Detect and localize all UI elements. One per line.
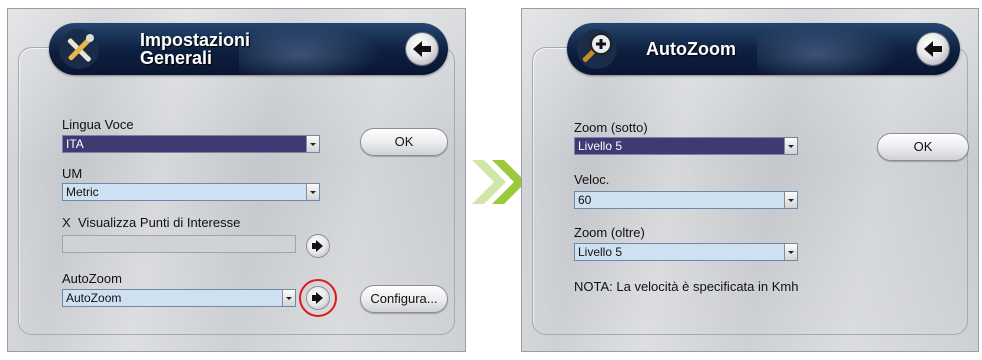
lingua-voce-select[interactable]: ITA: [62, 135, 320, 153]
zoom-sotto-label: Zoom (sotto): [574, 120, 648, 135]
general-settings-panel: Impostazioni Generali Lingua Voce ITA OK…: [7, 8, 466, 352]
header-decoration: [239, 23, 389, 75]
um-label: UM: [62, 166, 83, 181]
lingua-voce-label: Lingua Voce: [62, 117, 134, 132]
panel-header: Impostazioni Generali: [49, 23, 448, 75]
poi-label: Visualizza Punti di Interesse: [78, 215, 241, 230]
lingua-voce-value: ITA: [66, 137, 84, 151]
chevron-down-icon[interactable]: [784, 192, 797, 208]
back-arrow-icon: [413, 41, 431, 57]
autozoom-select[interactable]: AutoZoom: [62, 289, 296, 307]
highlight-circle: [299, 279, 337, 317]
poi-field[interactable]: [62, 235, 296, 253]
panel-header: AutoZoom: [567, 23, 960, 75]
autozoom-panel: AutoZoom Zoom (sotto) Livello 5 OK Veloc…: [521, 8, 979, 352]
zoom-sotto-value: Livello 5: [578, 139, 623, 153]
page-title: Impostazioni Generali: [140, 31, 250, 67]
tools-icon: [57, 27, 101, 71]
poi-next-button[interactable]: [307, 235, 329, 257]
configura-button[interactable]: Configura...: [360, 285, 448, 313]
header-decoration: [757, 23, 907, 75]
title-line-1: Impostazioni: [140, 30, 251, 50]
ok-button[interactable]: OK: [877, 133, 969, 161]
nota-text: NOTA: La velocità è specificata in Kmh: [574, 279, 799, 294]
zoom-oltre-select[interactable]: Livello 5: [574, 243, 798, 261]
autozoom-label: AutoZoom: [62, 271, 122, 286]
autozoom-value: AutoZoom: [66, 291, 122, 305]
ok-button[interactable]: OK: [360, 128, 448, 156]
chevron-down-icon[interactable]: [282, 290, 295, 306]
veloc-select[interactable]: 60: [574, 191, 798, 209]
zoom-oltre-value: Livello 5: [578, 245, 623, 259]
zoom-oltre-label: Zoom (oltre): [574, 225, 645, 240]
zoom-sotto-select[interactable]: Livello 5: [574, 137, 798, 155]
title-line-2: Generali: [140, 48, 213, 68]
back-arrow-icon: [924, 41, 942, 57]
page-title: AutoZoom: [646, 39, 736, 59]
veloc-value: 60: [578, 193, 592, 207]
chevron-down-icon[interactable]: [784, 138, 797, 154]
poi-checkbox[interactable]: X: [62, 215, 71, 230]
chevron-down-icon[interactable]: [306, 136, 319, 152]
back-button[interactable]: [406, 33, 438, 65]
veloc-label: Veloc.: [574, 172, 610, 187]
zoom-in-magnifier-icon: [575, 27, 619, 71]
um-value: Metric: [66, 185, 99, 199]
um-select[interactable]: Metric: [62, 183, 320, 201]
right-arrow-icon: [312, 240, 323, 252]
chevron-down-icon[interactable]: [306, 184, 319, 200]
chevron-down-icon[interactable]: [784, 244, 797, 260]
back-button[interactable]: [917, 33, 949, 65]
